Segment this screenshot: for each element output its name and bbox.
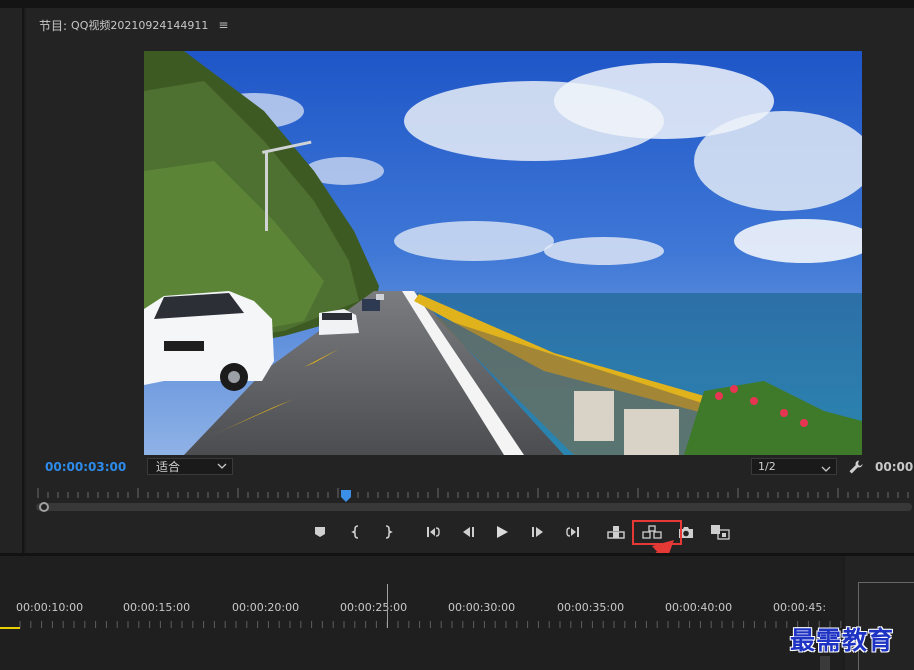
- panel-title[interactable]: 节目:: [39, 17, 67, 34]
- watermark-text: 最需教育: [790, 626, 895, 655]
- marker-icon: [315, 527, 325, 537]
- go-to-out-button[interactable]: [562, 523, 582, 541]
- comparison-view-icon: [711, 525, 730, 540]
- timeline-ruler[interactable]: [0, 616, 842, 630]
- comparison-view-button[interactable]: [710, 523, 730, 541]
- wrench-icon[interactable]: [848, 459, 864, 475]
- play-button[interactable]: [492, 523, 512, 541]
- mark-in-button[interactable]: [346, 523, 366, 541]
- current-timecode[interactable]: 00:00:03:00: [45, 460, 126, 474]
- playback-resolution-select[interactable]: 1/2: [751, 458, 837, 475]
- timeline-playhead[interactable]: [387, 584, 388, 628]
- playhead-handle[interactable]: [341, 487, 351, 502]
- video-frame-image: [144, 51, 862, 455]
- step-forward-button[interactable]: [528, 523, 548, 541]
- add-marker-button[interactable]: [310, 523, 330, 541]
- hamburger-menu-icon[interactable]: ≡: [218, 18, 228, 32]
- left-panel: [0, 8, 24, 553]
- work-area-marker: [0, 627, 20, 629]
- zoom-scrollbar[interactable]: [36, 503, 912, 511]
- timeline-timecode: 00:00:15:00: [123, 601, 191, 614]
- timeline-scrollbar[interactable]: [820, 656, 830, 670]
- timeline-timecode: 00:00:30:00: [448, 601, 516, 614]
- step-forward-icon: [532, 527, 543, 537]
- zoom-level-select[interactable]: 适合: [147, 458, 233, 475]
- play-icon: [497, 526, 508, 538]
- mark-out-icon: [385, 525, 393, 539]
- sequence-name[interactable]: QQ视频20210924144911: [71, 17, 208, 33]
- step-back-button[interactable]: [458, 523, 478, 541]
- duration-timecode: 00:00:: [875, 460, 914, 474]
- go-to-out-icon: [566, 527, 579, 537]
- panel-header: 节目: QQ视频20210924144911 ≡: [39, 16, 228, 34]
- chevron-down-icon: [821, 463, 831, 476]
- top-strip: [0, 0, 914, 8]
- timeline-timecode: 00:00:45:: [773, 601, 827, 614]
- timeline-timecode: 00:00:25:00: [340, 601, 408, 614]
- go-to-in-icon: [427, 527, 440, 537]
- go-to-in-button[interactable]: [424, 523, 444, 541]
- mark-out-button[interactable]: [378, 523, 398, 541]
- zoom-level-value: 适合: [156, 460, 181, 474]
- scrollbar-handle[interactable]: [39, 502, 49, 512]
- timeline-timecode: 00:00:40:00: [665, 601, 733, 614]
- program-video-frame[interactable]: [144, 51, 862, 455]
- timeline-timecode: 00:00:35:00: [557, 601, 625, 614]
- timeline-timecode: 00:00:10:00: [16, 601, 84, 614]
- timeline-panel[interactable]: 00:00:10:00 00:00:15:00 00:00:20:00 00:0…: [0, 556, 842, 670]
- playback-resolution-value: 1/2: [758, 460, 776, 473]
- mark-in-icon: [351, 525, 359, 539]
- program-monitor-panel: 节目: QQ视频20210924144911 ≡ 00:00:03:00 适合 …: [26, 8, 914, 553]
- mini-time-ruler[interactable]: [36, 486, 912, 498]
- step-back-icon: [463, 527, 474, 537]
- timeline-timecode: 00:00:20:00: [232, 601, 300, 614]
- transport-controls: [26, 520, 914, 545]
